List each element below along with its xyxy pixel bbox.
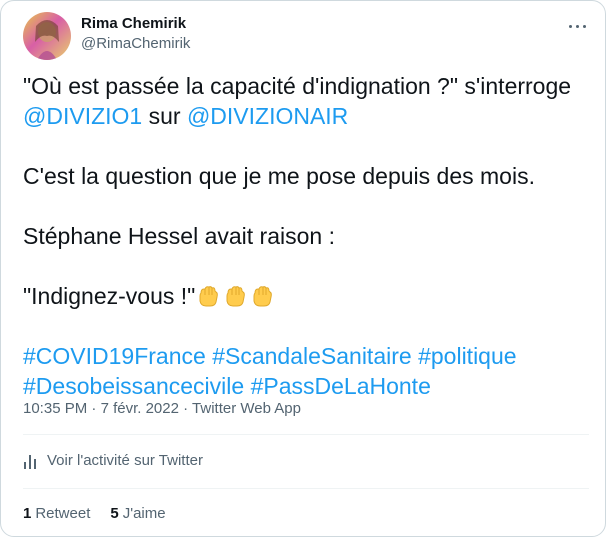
- tweet-text-line1: "Où est passée la capacité d'indignation…: [23, 73, 572, 99]
- tweet-source[interactable]: Twitter Web App: [192, 400, 301, 417]
- likes-count: 5: [110, 505, 119, 522]
- tweet-text: "Où est passée la capacité d'indignation…: [23, 71, 593, 401]
- likes-label: J'aime: [122, 505, 166, 522]
- tweet-paragraph-1: "Où est passée la capacité d'indignation…: [23, 71, 593, 131]
- hashtag-desobeissancecivile[interactable]: #Desobeissancecivile: [23, 373, 244, 399]
- author-display-name[interactable]: Rima Chemirik: [81, 14, 190, 34]
- author-names: Rima Chemirik @RimaChemirik: [81, 14, 190, 54]
- raised-fist-icon: [199, 286, 219, 307]
- divider: [23, 488, 589, 489]
- avatar[interactable]: [23, 12, 71, 60]
- author-handle[interactable]: @RimaChemirik: [81, 34, 190, 54]
- tweet-meta: 10:35 PM · 7 févr. 2022 · Twitter Web Ap…: [23, 399, 301, 419]
- tweet-paragraph-3: Stéphane Hessel avait raison :: [23, 223, 335, 249]
- tweet-hashtags: #COVID19France #ScandaleSanitaire #polit…: [23, 341, 593, 401]
- tweet-header: Rima Chemirik @RimaChemirik: [23, 12, 589, 60]
- raised-fist-icon: [226, 286, 246, 307]
- view-activity-link[interactable]: Voir l'activité sur Twitter: [23, 451, 203, 471]
- view-activity-label: Voir l'activité sur Twitter: [47, 452, 203, 469]
- tweet-quote: "Indignez-vous !": [23, 283, 196, 309]
- tweet-time[interactable]: 10:35 PM: [23, 400, 87, 417]
- tweet-card: Rima Chemirik @RimaChemirik "Où est pass…: [0, 0, 606, 537]
- divider: [23, 434, 589, 435]
- meta-separator: ·: [178, 400, 193, 417]
- retweets-stat[interactable]: 1 Retweet: [23, 504, 90, 524]
- more-options-icon[interactable]: [567, 18, 589, 34]
- mention-divizionair[interactable]: @DIVIZIONAIR: [187, 103, 348, 129]
- retweets-count: 1: [23, 505, 32, 522]
- raised-fist-icon: [253, 286, 273, 307]
- hashtag-passdelahonte[interactable]: #PassDeLaHonte: [251, 373, 431, 399]
- retweets-label: Retweet: [35, 505, 91, 522]
- hashtag-politique[interactable]: #politique: [418, 343, 516, 369]
- mention-divizio1[interactable]: @DIVIZIO1: [23, 103, 142, 129]
- hashtag-covid19france[interactable]: #COVID19France: [23, 343, 206, 369]
- hashtag-scandalesanitaire[interactable]: #ScandaleSanitaire: [212, 343, 411, 369]
- tweet-date[interactable]: 7 févr. 2022: [101, 400, 179, 417]
- tweet-stats: 1 Retweet 5 J'aime: [23, 504, 166, 524]
- analytics-icon: [23, 453, 37, 469]
- likes-stat[interactable]: 5 J'aime: [110, 504, 165, 524]
- tweet-text-between: sur: [142, 103, 187, 129]
- tweet-paragraph-4: "Indignez-vous !": [23, 281, 593, 311]
- tweet-paragraph-2: C'est la question que je me pose depuis …: [23, 163, 535, 189]
- meta-separator: ·: [87, 400, 101, 417]
